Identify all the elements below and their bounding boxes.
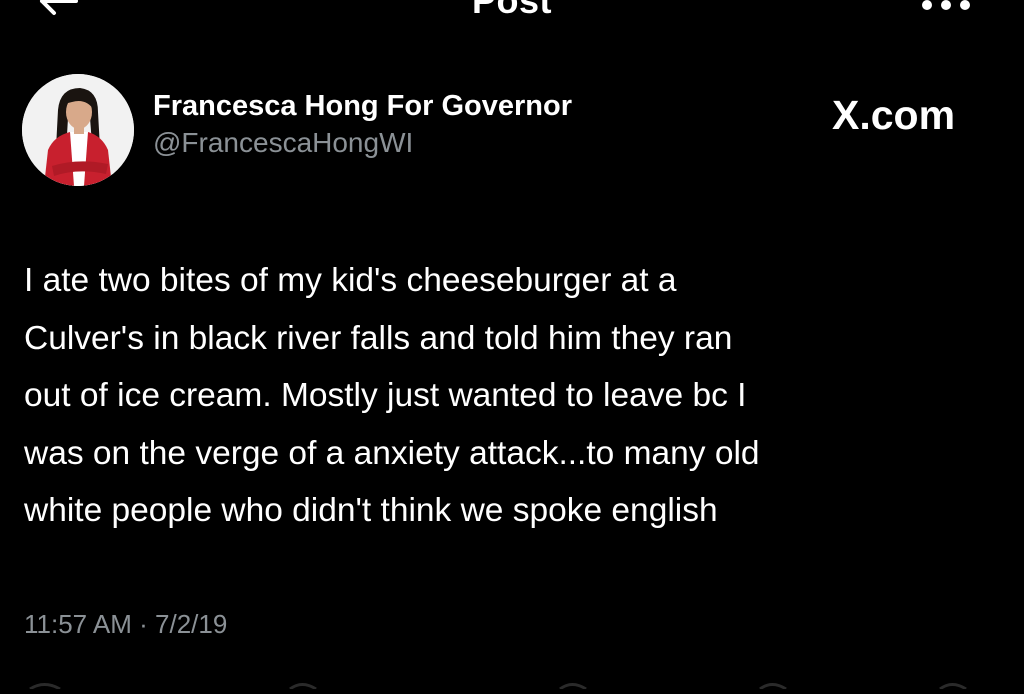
tweet-text-line: Culver's in black river falls and told h… xyxy=(24,319,733,357)
tweet-text-line: I ate two bites of my kid's cheeseburger… xyxy=(24,262,677,299)
more-horizontal-icon[interactable] xyxy=(918,0,974,14)
source-watermark: X.com xyxy=(832,92,956,138)
top-bar: Post xyxy=(0,0,1024,28)
page-title: Post xyxy=(471,0,552,21)
author-display-name[interactable]: Francesca Hong For Governor xyxy=(153,88,572,124)
author-block: Francesca Hong For Governor @FrancescaHo… xyxy=(153,88,572,162)
tweet-text-line: white people who didn't think we spoke e… xyxy=(24,492,718,529)
author-handle[interactable]: @FrancescaHongWI xyxy=(153,124,572,162)
tweet-text-line: out of ice cream. Mostly just wanted to … xyxy=(24,377,747,414)
tweet-timestamp[interactable]: 11:57 AM · 7/2/19 xyxy=(24,606,227,642)
action-bar-edge xyxy=(0,674,1024,691)
tweet-text-line: was on the verge of a anxiety attack...t… xyxy=(24,434,760,472)
tweet-text: I ate two bites of my kid's cheeseburger… xyxy=(24,252,1014,540)
avatar[interactable] xyxy=(22,74,134,186)
